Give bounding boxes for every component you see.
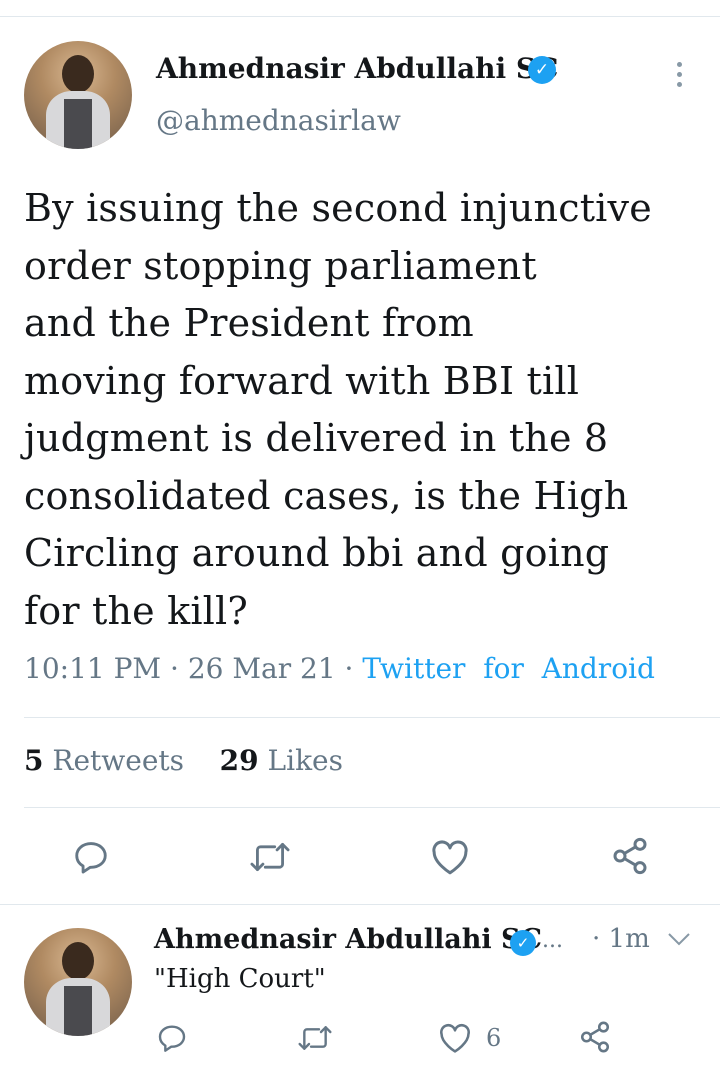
tweet-text: By issuing the second injunctive order s…: [24, 180, 704, 640]
tweet-source-link[interactable]: Twitter for Android: [362, 652, 655, 685]
tweet-line: Circling around bbi and going: [24, 531, 610, 575]
likes-stat[interactable]: 29 Likes: [220, 744, 343, 777]
tweet-date: 26 Mar 21: [187, 652, 336, 685]
tweet-line: for the kill?: [24, 588, 248, 633]
heart-icon: [432, 840, 468, 875]
tweet-line: judgment is delivered in the 8: [24, 416, 609, 460]
chevron-down-icon[interactable]: [666, 930, 692, 952]
verified-badge-icon: ✓: [528, 56, 556, 84]
tweet-time: 10:11 PM: [24, 652, 162, 685]
like-button[interactable]: [430, 838, 470, 876]
retweet-icon: [250, 843, 290, 871]
reply-author-avatar[interactable]: [24, 928, 132, 1036]
reply-likes-count: 6: [486, 1024, 502, 1052]
tweet-meta: 10:11 PM · 26 Mar 21 · Twitter for Andro…: [24, 652, 655, 685]
likes-count: 29: [219, 744, 259, 777]
meta-separator: ·: [344, 652, 354, 685]
share-icon: [613, 837, 647, 875]
author-name[interactable]: Ahmednasir Abdullahi SC: [156, 52, 558, 85]
reply-reply-button[interactable]: [156, 1022, 188, 1054]
reply-like-button[interactable]: 6: [438, 1022, 501, 1054]
reply-button[interactable]: [72, 838, 110, 876]
retweets-count: 5: [24, 744, 44, 777]
tweet-line: order stopping parliament: [24, 243, 537, 288]
reply-retweet-button[interactable]: [296, 1022, 334, 1054]
meta-separator: ·: [170, 652, 179, 685]
reply-text: "High Court": [154, 964, 326, 994]
reply-name-ellipsis: ...: [542, 928, 563, 953]
tweet-line: moving forward with BBI till: [24, 358, 580, 403]
share-button[interactable]: [610, 836, 650, 876]
reply-share-button[interactable]: [578, 1020, 612, 1054]
tweet-line: By issuing the second injunctive: [24, 186, 652, 230]
section-divider: [0, 904, 720, 905]
top-divider: [0, 0, 720, 17]
retweets-stat[interactable]: 5 Retweets: [24, 744, 184, 777]
reply-icon: [158, 1025, 186, 1052]
author-avatar[interactable]: [24, 41, 132, 149]
likes-label: Likes: [267, 744, 343, 777]
retweets-label: Retweets: [52, 744, 185, 777]
tweet-line: consolidated cases, is the High: [24, 473, 629, 518]
heart-icon: [440, 1023, 470, 1053]
more-vertical-icon[interactable]: [677, 62, 683, 92]
divider: [24, 717, 720, 718]
reply-icon: [75, 842, 107, 874]
divider: [24, 807, 720, 808]
retweet-icon: [298, 1026, 332, 1050]
reply-time: · 1m: [592, 924, 650, 954]
retweet-button[interactable]: [248, 838, 292, 876]
reply-author-name[interactable]: Ahmednasir Abdullahi SC: [154, 924, 542, 955]
tweet-line: and the President from: [24, 301, 474, 345]
author-handle[interactable]: @ahmednasirlaw: [156, 104, 401, 137]
verified-badge-icon: ✓: [510, 930, 536, 956]
tweet-stats: 5 Retweets 29 Likes: [24, 744, 343, 777]
share-icon: [580, 1021, 610, 1053]
